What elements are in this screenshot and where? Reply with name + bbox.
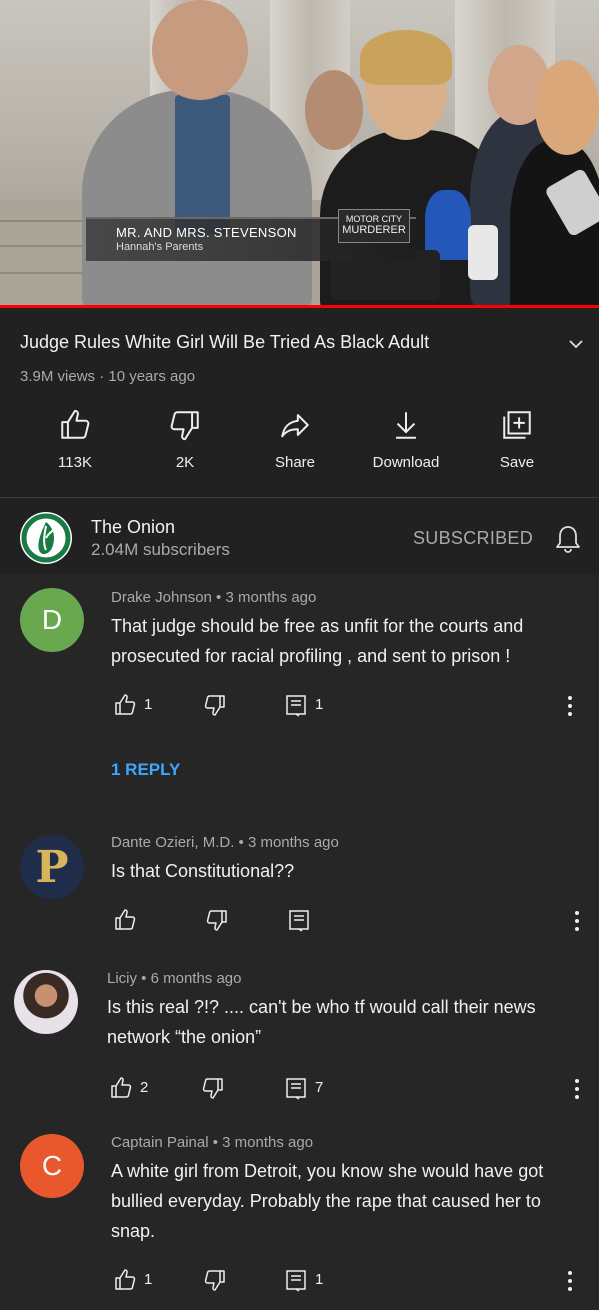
thumbs-down-icon[interactable] [205,908,229,932]
comment-controls: 1 1 [113,1268,333,1296]
view-replies-link[interactable]: 1 REPLY [111,760,180,780]
comment-text: That judge should be free as unfit for t… [111,616,524,666]
comment-reply-count: 1 [315,1271,324,1288]
avatar-letter: P [35,841,69,893]
comment-author[interactable]: Liciy • 6 months ago [107,970,242,987]
lower-third-sub: Hannah's Parents [116,241,204,253]
more-options-icon[interactable] [567,1270,573,1292]
thumbs-up-icon[interactable] [113,693,137,717]
onion-logo-icon [21,513,71,563]
badge-line2: MURDERER [342,224,406,236]
video-progress-bar[interactable] [0,305,599,308]
news-badge: MOTOR CITY MURDERER [338,209,410,243]
thumbs-up-icon[interactable] [113,1268,137,1292]
comment-reply-count: 1 [315,696,324,713]
comment-text: A white girl from Detroit, you know she … [111,1161,544,1241]
share-label: Share [274,454,316,471]
reply-icon[interactable] [284,1076,308,1100]
bell-icon[interactable] [554,524,582,554]
tie [175,95,230,235]
lower-third: MR. AND MRS. STEVENSON Hannah's Parents … [86,209,416,261]
thumbs-up-icon [61,409,90,439]
video-progress-fill [0,305,599,308]
woman-hair [360,30,452,85]
bystander [305,70,363,150]
bystander-face [535,60,599,155]
comment-reply-count: 7 [315,1079,324,1096]
comment-text: Is that Constitutional?? [111,861,295,881]
channel-avatar[interactable] [20,512,72,564]
thumbs-down-icon[interactable] [203,1268,227,1292]
video-player[interactable]: MR. AND MRS. STEVENSON Hannah's Parents … [0,0,599,308]
thumbs-down-icon [170,411,199,441]
comment-like-count: 2 [140,1079,149,1096]
microphone [468,225,498,280]
more-options-icon[interactable] [567,695,573,717]
avatar[interactable]: C [20,1134,84,1198]
comment-like-count: 1 [144,1271,153,1288]
comment-text: Is this real ?!? .... can't be who tf wo… [107,997,536,1047]
thumbs-up-icon[interactable] [109,1076,133,1100]
comment-controls [113,908,333,936]
reply-icon[interactable] [284,693,308,717]
subscribed-button[interactable]: SUBSCRIBED [413,528,533,549]
action-bar: 113K 2K Share Download Save [0,408,599,478]
comment-author[interactable]: Drake Johnson • 3 months ago [111,589,316,606]
download-icon [396,412,416,439]
share-icon [281,414,309,438]
avatar-letter: C [41,1150,63,1181]
channel-name[interactable]: The Onion [91,517,175,538]
avatar[interactable] [14,970,78,1034]
avatar[interactable]: P [20,835,84,899]
more-options-icon[interactable] [574,1078,580,1100]
save-label: Save [499,454,535,471]
avatar-letter: D [41,604,63,635]
lower-third-name: MR. AND MRS. STEVENSON [116,225,297,240]
dislike-count: 2K [175,454,195,471]
thumbs-down-icon[interactable] [203,693,227,717]
man-face [152,0,248,100]
video-meta: 3.9M views · 10 years ago [20,368,196,385]
comment-controls: 1 1 [113,693,333,721]
reply-icon[interactable] [287,908,311,932]
comment-controls: 2 7 [109,1076,339,1104]
share-button[interactable]: Share [240,408,350,471]
divider [0,497,599,498]
download-label: Download [372,454,440,471]
chevron-down-icon[interactable] [568,338,584,350]
comment-author[interactable]: Dante Ozieri, M.D. • 3 months ago [111,834,339,851]
dislike-button[interactable]: 2K [130,408,240,471]
more-options-icon[interactable] [574,910,580,932]
download-button[interactable]: Download [351,408,461,471]
comment-like-count: 1 [144,696,153,713]
video-title[interactable]: Judge Rules White Girl Will Be Tried As … [20,332,429,353]
subscriber-count: 2.04M subscribers [91,540,230,559]
like-count: 113K [58,454,92,471]
like-button[interactable]: 113K [20,408,130,471]
thumbs-up-icon[interactable] [113,908,137,932]
save-icon [503,411,531,439]
thumbs-down-icon[interactable] [201,1076,225,1100]
comment-author[interactable]: Captain Painal • 3 months ago [111,1134,313,1151]
avatar[interactable]: D [20,588,84,652]
save-button[interactable]: Save [462,408,572,471]
reply-icon[interactable] [284,1268,308,1292]
